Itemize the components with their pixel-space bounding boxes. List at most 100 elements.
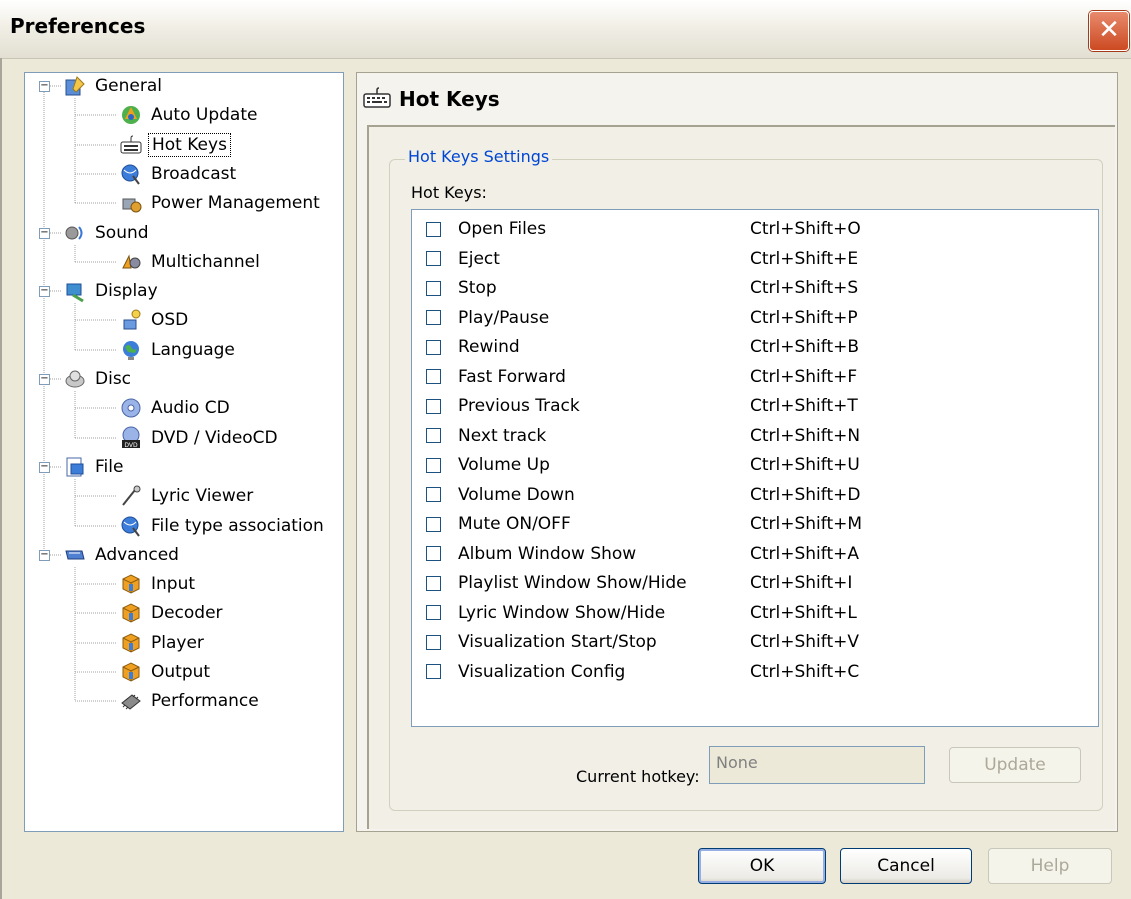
tree-item-output[interactable]: Output <box>119 659 213 685</box>
hotkey-checkbox[interactable] <box>426 605 441 620</box>
hotkey-checkbox[interactable] <box>426 457 441 473</box>
hotkey-checkbox[interactable] <box>426 369 441 384</box>
tree-expander-icon[interactable]: − <box>39 286 50 297</box>
current-hotkey-field[interactable]: None <box>709 746 925 784</box>
player-plugin-icon <box>119 631 143 655</box>
hotkey-checkbox[interactable] <box>426 487 441 502</box>
hotkey-checkbox[interactable] <box>426 221 441 237</box>
hotkey-row[interactable]: Volume Down Ctrl+Shift+D <box>426 482 860 508</box>
hotkeys-list-label: Hot Keys: <box>411 183 487 202</box>
hotkey-row[interactable]: Next track Ctrl+Shift+N <box>426 423 860 449</box>
hotkey-shortcut: Ctrl+Shift+S <box>750 278 859 298</box>
hotkey-checkbox[interactable] <box>426 280 441 296</box>
hotkey-checkbox[interactable] <box>426 398 441 414</box>
hotkey-row[interactable]: Fast Forward Ctrl+Shift+F <box>426 364 857 390</box>
tree-item-performance[interactable]: Performance <box>119 688 262 714</box>
tree-item-label: General <box>95 76 162 96</box>
tree-item-general[interactable]: General <box>63 73 165 99</box>
hotkey-checkbox[interactable] <box>426 634 441 650</box>
hotkey-action: Mute ON/OFF <box>458 514 571 534</box>
window-left-border <box>0 58 2 899</box>
tree-item-multichannel[interactable]: Multichannel <box>119 249 263 275</box>
hotkey-row[interactable]: Mute ON/OFF Ctrl+Shift+M <box>426 511 862 537</box>
tree-item-label: Broadcast <box>151 164 237 184</box>
current-hotkey-label: Current hotkey: <box>576 767 700 786</box>
hotkey-checkbox[interactable] <box>426 251 441 266</box>
tree-item-osd[interactable]: OSD <box>119 307 191 333</box>
panel-title: Hot Keys <box>399 87 500 111</box>
tree-item-label: Input <box>151 574 196 594</box>
tree-item-decoder[interactable]: Decoder <box>119 600 226 626</box>
tree-item-file-type-association[interactable]: File type association <box>119 513 327 539</box>
hotkey-action: Volume Down <box>458 484 575 505</box>
tree-expander-icon[interactable]: − <box>39 228 50 239</box>
tree-item-disc[interactable]: Disc <box>63 366 134 392</box>
hotkey-checkbox[interactable] <box>426 546 441 561</box>
close-button[interactable]: ✕ <box>1089 11 1129 51</box>
tree-item-audio-cd[interactable]: Audio CD <box>119 395 233 421</box>
dvd-icon: DVD <box>119 426 143 450</box>
tree-item-display[interactable]: Display <box>63 278 161 304</box>
hotkey-row[interactable]: Playlist Window Show/Hide Ctrl+Shift+I <box>426 570 852 596</box>
performance-chip-icon <box>119 689 143 713</box>
tree-expander-icon[interactable]: − <box>39 81 50 92</box>
hotkey-shortcut: Ctrl+Shift+N <box>750 425 861 446</box>
audio-cd-icon <box>119 396 143 420</box>
hotkey-row[interactable]: Play/Pause Ctrl+Shift+P <box>426 305 858 331</box>
tree-item-label: Language <box>151 340 235 360</box>
tree-item-language[interactable]: Language <box>119 337 238 363</box>
hotkey-shortcut: Ctrl+Shift+E <box>750 248 859 269</box>
hotkey-row[interactable]: Visualization Config Ctrl+Shift+C <box>426 659 859 685</box>
hotkey-row[interactable]: Eject Ctrl+Shift+E <box>426 246 858 272</box>
hotkey-row[interactable]: Open Files Ctrl+Shift+O <box>426 216 861 242</box>
hotkey-checkbox[interactable] <box>426 664 441 679</box>
tree-item-dvd-videocd[interactable]: DVD DVD / VideoCD <box>119 425 281 451</box>
update-button[interactable]: Update <box>949 747 1081 783</box>
ok-button[interactable]: OK <box>698 848 826 884</box>
hotkey-action: Open Files <box>458 219 547 239</box>
category-tree[interactable]: General − Auto Update Hot Keys Broadcast Powe… <box>24 72 344 832</box>
hotkey-checkbox[interactable] <box>426 575 441 591</box>
hotkey-row[interactable]: Visualization Start/Stop Ctrl+Shift+V <box>426 629 859 655</box>
lyric-viewer-icon <box>119 484 143 508</box>
tree-item-player[interactable]: Player <box>119 630 207 656</box>
tree-item-label: File type association <box>151 516 324 536</box>
hotkey-checkbox[interactable] <box>426 339 441 355</box>
tree-item-hot-keys[interactable]: Hot Keys <box>119 132 231 158</box>
input-plugin-icon <box>119 572 143 596</box>
tree-item-auto-update[interactable]: Auto Update <box>119 102 260 128</box>
output-plugin-icon <box>119 660 143 684</box>
hotkeys-list[interactable]: Open Files Ctrl+Shift+O Eject Ctrl+Shift+E S… <box>411 209 1099 727</box>
hotkey-checkbox[interactable] <box>426 516 441 532</box>
osd-icon <box>119 308 143 332</box>
tree-item-power-management[interactable]: Power Management <box>119 190 323 216</box>
tree-item-file[interactable]: File <box>63 454 126 480</box>
multichannel-icon <box>119 250 143 274</box>
hotkey-shortcut: Ctrl+Shift+T <box>750 396 858 416</box>
hotkey-checkbox[interactable] <box>426 428 441 443</box>
settings-panel: Hot Keys Hot Keys Settings Hot Keys: Ope… <box>356 72 1118 832</box>
tree-item-sound[interactable]: Sound <box>63 220 152 246</box>
tree-item-label: Performance <box>151 691 259 711</box>
tree-item-lyric-viewer[interactable]: Lyric Viewer <box>119 483 256 509</box>
tree-item-label: Decoder <box>151 603 223 623</box>
tree-expander-icon[interactable]: − <box>39 550 50 561</box>
advanced-icon <box>63 543 87 567</box>
hotkey-checkbox[interactable] <box>426 310 441 325</box>
hotkey-action: Visualization Start/Stop <box>458 632 657 652</box>
help-button[interactable]: Help <box>988 848 1112 884</box>
tree-item-advanced[interactable]: Advanced <box>63 542 182 568</box>
hotkey-row[interactable]: Rewind Ctrl+Shift+B <box>426 334 859 360</box>
cancel-button[interactable]: Cancel <box>840 848 972 884</box>
tree-expander-icon[interactable]: − <box>39 374 50 385</box>
hotkey-row[interactable]: Lyric Window Show/Hide Ctrl+Shift+L <box>426 600 857 626</box>
hotkey-row[interactable]: Stop Ctrl+Shift+S <box>426 275 858 301</box>
hotkey-row[interactable]: Volume Up Ctrl+Shift+U <box>426 452 860 478</box>
tree-item-input[interactable]: Input <box>119 571 198 597</box>
tree-expander-icon[interactable]: − <box>39 462 50 473</box>
general-icon <box>63 74 87 98</box>
hotkey-shortcut: Ctrl+Shift+D <box>750 484 861 505</box>
hotkey-row[interactable]: Previous Track Ctrl+Shift+T <box>426 393 858 419</box>
hotkey-row[interactable]: Album Window Show Ctrl+Shift+A <box>426 541 859 567</box>
tree-item-broadcast[interactable]: Broadcast <box>119 161 239 187</box>
